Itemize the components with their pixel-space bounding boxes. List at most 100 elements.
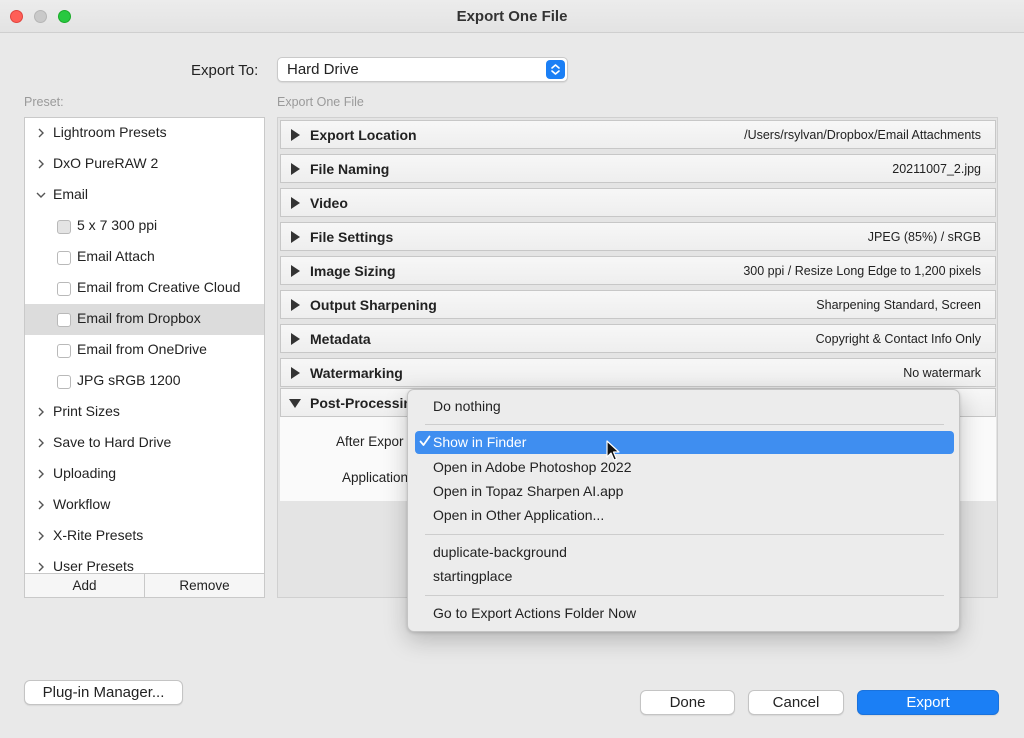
preset-checkbox[interactable]: [57, 344, 71, 358]
chevron-right-icon[interactable]: [36, 127, 46, 139]
chevron-right-icon[interactable]: [36, 468, 46, 480]
preset-label: 5 x 7 300 ppi: [77, 217, 158, 233]
chevron-right-icon[interactable]: [36, 561, 46, 573]
preset-checkbox[interactable]: [57, 220, 71, 234]
section-image-sizing[interactable]: Image Sizing 300 ppi / Resize Long Edge …: [280, 256, 996, 285]
section-title: Video: [310, 195, 348, 211]
section-export-location[interactable]: Export Location /Users/rsylvan/Dropbox/E…: [280, 120, 996, 149]
mouse-pointer-icon: [606, 440, 620, 461]
menu-item-label: Open in Other Application...: [433, 507, 605, 523]
section-title: File Settings: [310, 229, 394, 245]
preset-folder-email[interactable]: Email: [25, 180, 264, 211]
chevron-right-icon[interactable]: [36, 158, 46, 170]
preset-checkbox[interactable]: [57, 313, 71, 327]
section-output-sharpening[interactable]: Output Sharpening Sharpening Standard, S…: [280, 290, 996, 319]
menu-item-open-in-other-application[interactable]: Open in Other Application...: [415, 504, 954, 527]
preset-folder-user-presets[interactable]: User Presets: [25, 552, 264, 574]
preset-folder-label: Email: [53, 186, 89, 202]
section-title: Watermarking: [310, 365, 403, 381]
menu-item-label: startingplace: [433, 568, 513, 584]
menu-item-show-in-finder[interactable]: Show in Finder: [415, 431, 954, 454]
section-summary: 300 ppi / Resize Long Edge to 1,200 pixe…: [743, 264, 981, 278]
preset-label: Email from Creative Cloud: [77, 279, 241, 295]
menu-item-go-to-export-actions-folder[interactable]: Go to Export Actions Folder Now: [415, 602, 954, 625]
disclosure-triangle-right-icon[interactable]: [289, 299, 301, 311]
chevron-right-icon[interactable]: [36, 437, 46, 449]
preset-label: Email from Dropbox: [77, 310, 201, 326]
menu-item-label: duplicate-background: [433, 544, 567, 560]
preset-folder-workflow[interactable]: Workflow: [25, 490, 264, 521]
preset-checkbox[interactable]: [57, 375, 71, 389]
preset-folder-print-sizes[interactable]: Print Sizes: [25, 397, 264, 428]
checkmark-icon: [419, 435, 431, 446]
section-title: Metadata: [310, 331, 371, 347]
export-to-select[interactable]: Hard Drive: [277, 57, 568, 82]
preset-folder-label: Workflow: [53, 496, 111, 512]
done-button[interactable]: Done: [640, 690, 735, 715]
preset-folder-uploading[interactable]: Uploading: [25, 459, 264, 490]
preset-folder-save-to-hard-drive[interactable]: Save to Hard Drive: [25, 428, 264, 459]
cancel-button[interactable]: Cancel: [748, 690, 844, 715]
chevron-right-icon[interactable]: [36, 499, 46, 511]
section-summary: Copyright & Contact Info Only: [815, 332, 981, 346]
section-title: File Naming: [310, 161, 390, 177]
remove-preset-button[interactable]: Remove: [144, 574, 264, 597]
menu-item-duplicate-background[interactable]: duplicate-background: [415, 541, 954, 564]
preset-email-dropbox[interactable]: Email from Dropbox: [25, 304, 264, 335]
section-watermarking[interactable]: Watermarking No watermark: [280, 358, 996, 387]
disclosure-triangle-right-icon[interactable]: [289, 231, 301, 243]
section-video[interactable]: Video: [280, 188, 996, 217]
section-metadata[interactable]: Metadata Copyright & Contact Info Only: [280, 324, 996, 353]
preset-label: Preset:: [24, 95, 64, 109]
updown-chevron-icon: [546, 60, 565, 79]
preset-checkbox[interactable]: [57, 251, 71, 265]
preset-label: Email from OneDrive: [77, 341, 207, 357]
disclosure-triangle-right-icon[interactable]: [289, 129, 301, 141]
preset-folder-dxo-pureraw[interactable]: DxO PureRAW 2: [25, 149, 264, 180]
export-panel-label: Export One File: [277, 95, 364, 109]
disclosure-triangle-right-icon[interactable]: [289, 265, 301, 277]
menu-item-open-in-photoshop[interactable]: Open in Adobe Photoshop 2022: [415, 456, 954, 479]
chevron-right-icon[interactable]: [36, 530, 46, 542]
menu-separator: [425, 424, 944, 425]
menu-item-do-nothing[interactable]: Do nothing: [415, 395, 954, 418]
chevron-down-icon[interactable]: [36, 189, 46, 201]
section-summary: /Users/rsylvan/Dropbox/Email Attachments: [744, 128, 981, 142]
preset-email-onedrive[interactable]: Email from OneDrive: [25, 335, 264, 366]
add-preset-button[interactable]: Add: [25, 574, 144, 597]
disclosure-triangle-right-icon[interactable]: [289, 163, 301, 175]
preset-email-creative-cloud[interactable]: Email from Creative Cloud: [25, 273, 264, 304]
preset-label: JPG sRGB 1200: [77, 372, 181, 388]
chevron-right-icon[interactable]: [36, 406, 46, 418]
section-file-naming[interactable]: File Naming 20211007_2.jpg: [280, 154, 996, 183]
preset-folder-label: Save to Hard Drive: [53, 434, 172, 450]
after-export-menu[interactable]: Do nothing Show in Finder Open in Adobe …: [407, 389, 960, 632]
preset-checkbox[interactable]: [57, 282, 71, 296]
preset-folder-label: X-Rite Presets: [53, 527, 144, 543]
preset-folder-x-rite-presets[interactable]: X-Rite Presets: [25, 521, 264, 552]
disclosure-triangle-right-icon[interactable]: [289, 333, 301, 345]
preset-jpg-srgb-1200[interactable]: JPG sRGB 1200: [25, 366, 264, 397]
after-export-label: After Expor: [336, 434, 404, 449]
menu-item-startingplace[interactable]: startingplace: [415, 565, 954, 588]
preset-panel: Lightroom Presets DxO PureRAW 2 Email 5 …: [24, 117, 265, 598]
application-label: Application: [342, 470, 409, 485]
section-summary: No watermark: [903, 366, 981, 380]
plugin-manager-button[interactable]: Plug-in Manager...: [24, 680, 183, 705]
section-file-settings[interactable]: File Settings JPEG (85%) / sRGB: [280, 222, 996, 251]
disclosure-triangle-right-icon[interactable]: [289, 367, 301, 379]
preset-folder-label: Print Sizes: [53, 403, 120, 419]
preset-5x7-300ppi[interactable]: 5 x 7 300 ppi: [25, 211, 264, 242]
preset-folder-label: User Presets: [53, 558, 134, 574]
preset-folder-lightroom-presets[interactable]: Lightroom Presets: [25, 118, 264, 149]
menu-item-label: Go to Export Actions Folder Now: [433, 605, 637, 621]
menu-item-label: Show in Finder: [433, 434, 527, 450]
menu-item-label: Do nothing: [433, 398, 501, 414]
export-button[interactable]: Export: [857, 690, 999, 715]
preset-email-attach[interactable]: Email Attach: [25, 242, 264, 273]
disclosure-triangle-down-icon[interactable]: [289, 397, 301, 409]
preset-list[interactable]: Lightroom Presets DxO PureRAW 2 Email 5 …: [25, 118, 264, 574]
disclosure-triangle-right-icon[interactable]: [289, 197, 301, 209]
section-title: Output Sharpening: [310, 297, 437, 313]
menu-item-open-in-topaz[interactable]: Open in Topaz Sharpen AI.app: [415, 480, 954, 503]
